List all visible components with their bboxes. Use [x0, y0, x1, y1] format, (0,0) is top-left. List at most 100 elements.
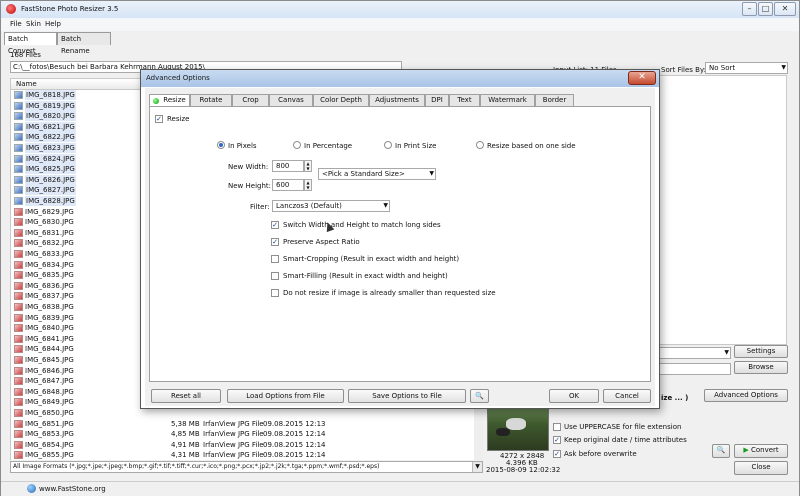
menu-bar: File Skin Help	[1, 18, 799, 31]
menu-help[interactable]: Help	[45, 20, 61, 28]
website-link[interactable]: www.FastStone.org	[39, 485, 106, 493]
convert-button[interactable]: ▶ Convert	[734, 444, 788, 458]
file-name: IMG_6847.JPG	[25, 377, 74, 386]
new-width-spinner[interactable]: ▲ ▼	[304, 160, 312, 172]
menu-skin[interactable]: Skin	[26, 20, 41, 28]
file-row[interactable]: IMG_6851.JPG 5,38 MB IrfanView JPG File 09.…	[11, 419, 482, 429]
radio-in-pixels[interactable]	[217, 141, 225, 149]
tab-batch-convert[interactable]: Batch Convert	[4, 32, 57, 55]
advanced-options-button[interactable]: Advanced Options	[704, 389, 788, 402]
tab-batch-rename[interactable]: Batch Rename	[57, 32, 111, 55]
resize-tab-page: ✓ Resize In Pixels In Percentage In Prin…	[149, 106, 651, 382]
tab-adjustments[interactable]: Adjustments	[369, 94, 425, 106]
new-height-label: New Height:	[228, 182, 271, 190]
file-name: IMG_6819.JPG	[25, 100, 76, 111]
cancel-button[interactable]: Cancel	[603, 389, 651, 403]
chevron-down-icon: ▼	[383, 202, 388, 209]
close-button[interactable]: Close	[734, 461, 788, 475]
close-window-button[interactable]: ✕	[774, 2, 796, 16]
convert-label: Convert	[750, 446, 779, 454]
preview-button[interactable]: 🔍	[712, 444, 730, 458]
tab-rotate[interactable]: Rotate	[190, 94, 232, 106]
image-file-icon	[14, 133, 23, 142]
output-folder-field[interactable]	[659, 363, 731, 375]
tab-text[interactable]: Text	[449, 94, 480, 106]
file-row[interactable]: IMG_6855.JPG 4,31 MB IrfanView JPG File 09.…	[11, 450, 482, 460]
image-file-icon	[14, 387, 23, 396]
file-name: IMG_6828.JPG	[25, 196, 76, 206]
play-icon: ▶	[743, 446, 749, 454]
image-file-icon	[14, 377, 23, 386]
tab-watermark[interactable]: Watermark	[480, 94, 535, 106]
radio-in-pixels-label: In Pixels	[228, 142, 257, 150]
tab-canvas[interactable]: Canvas	[269, 94, 313, 106]
maximize-button[interactable]: □	[758, 2, 773, 16]
title-bar: FastStone Photo Resizer 3.5 – □ ✕	[1, 1, 799, 18]
uppercase-label: Use UPPERCASE for file extension	[564, 423, 682, 431]
smart-cropping-checkbox[interactable]	[271, 255, 279, 263]
preview-options-button[interactable]: 🔍	[470, 389, 489, 403]
tab-dpi[interactable]: DPI	[425, 94, 449, 106]
reset-all-button[interactable]: Reset all	[151, 389, 221, 403]
file-name: IMG_6831.JPG	[25, 228, 74, 237]
new-width-input[interactable]: 800	[272, 160, 304, 172]
no-upscale-checkbox[interactable]	[271, 289, 279, 297]
file-row[interactable]: IMG_6854.JPG 4,91 MB IrfanView JPG File 09.…	[11, 440, 482, 450]
file-type: IrfanView JPG File	[203, 419, 264, 428]
uppercase-checkbox[interactable]	[553, 423, 561, 431]
advanced-options-dialog: Advanced Options ✕ Resize Rotate Crop Ca…	[140, 69, 660, 409]
ok-button[interactable]: OK	[549, 389, 599, 403]
file-size: 4,91 MB	[171, 440, 200, 449]
file-name: IMG_6820.JPG	[25, 111, 76, 122]
radio-in-print-size[interactable]	[384, 141, 392, 149]
keep-date-checkbox[interactable]: ✓	[553, 436, 561, 444]
file-date: 09.08.2015 12:14	[263, 440, 326, 449]
window-title: FastStone Photo Resizer 3.5	[21, 5, 119, 13]
menu-file[interactable]: File	[10, 20, 22, 28]
tab-border[interactable]: Border	[535, 94, 574, 106]
load-options-button[interactable]: Load Options from File	[227, 389, 344, 403]
new-height-input[interactable]: 600	[272, 179, 304, 191]
status-bar: www.FastStone.org	[1, 481, 799, 496]
new-height-spinner[interactable]: ▲ ▼	[304, 179, 312, 191]
save-options-button[interactable]: Save Options to File	[348, 389, 466, 403]
resize-summary-text: ize ... )	[661, 394, 689, 402]
file-row[interactable]: IMG_6853.JPG 4,85 MB IrfanView JPG File 09.…	[11, 429, 482, 439]
radio-one-side[interactable]	[476, 141, 484, 149]
sort-value: No Sort	[709, 64, 736, 72]
chevron-down-icon: ▼	[781, 64, 786, 71]
switch-width-height-checkbox[interactable]: ✓	[271, 221, 279, 229]
filter-select[interactable]: Lanczos3 (Default) ▼	[272, 200, 390, 212]
image-file-icon	[14, 430, 23, 439]
tab-crop[interactable]: Crop	[232, 94, 269, 106]
settings-button[interactable]: Settings	[734, 345, 788, 358]
file-name: IMG_6850.JPG	[25, 409, 74, 417]
image-file-icon	[14, 398, 23, 407]
file-name: IMG_6823.JPG	[25, 143, 76, 153]
minimize-button[interactable]: –	[742, 2, 757, 16]
output-format-select[interactable]: ▼	[659, 347, 731, 359]
radio-in-percentage[interactable]	[293, 141, 301, 149]
file-name: IMG_6834.JPG	[25, 260, 74, 269]
ask-overwrite-checkbox[interactable]: ✓	[553, 450, 561, 458]
file-row[interactable]: IMG_6850.JPG	[11, 408, 482, 418]
file-name: IMG_6824.JPG	[25, 153, 76, 164]
image-file-icon	[14, 440, 23, 449]
keep-date-label: Keep original date / time attributes	[564, 436, 687, 444]
file-size: 4,31 MB	[171, 451, 200, 460]
smart-filling-checkbox[interactable]	[271, 272, 279, 280]
standard-size-select[interactable]: <Pick a Standard Size> ▼	[318, 168, 436, 180]
preserve-aspect-checkbox[interactable]: ✓	[271, 238, 279, 246]
radio-in-percentage-label: In Percentage	[304, 142, 353, 150]
sort-select[interactable]: No Sort ▼	[705, 62, 788, 74]
resize-checkbox[interactable]: ✓	[155, 115, 163, 123]
file-name: IMG_6821.JPG	[25, 121, 76, 132]
dialog-close-button[interactable]: ✕	[628, 71, 656, 85]
tab-color-depth[interactable]: Color Depth	[313, 94, 369, 106]
globe-icon	[27, 484, 36, 493]
format-filter-select[interactable]: All Image Formats (*.jpg;*.jpe;*.jpeg;*.…	[10, 461, 483, 473]
resize-checkbox-label: Resize	[167, 115, 190, 123]
browse-button[interactable]: Browse	[734, 361, 788, 374]
column-name-header[interactable]: Name	[16, 80, 37, 88]
smart-filling-label: Smart-Filling (Result in exact width and…	[283, 272, 448, 280]
